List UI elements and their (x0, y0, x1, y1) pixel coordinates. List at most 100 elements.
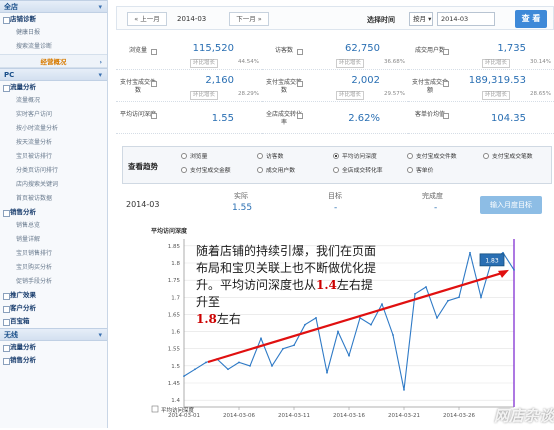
completion-value: - (434, 203, 438, 213)
metric-card: 支付宝成交笔数 2,002 环比增长 29.57% (262, 72, 408, 102)
option-label: 客单价 (416, 168, 434, 174)
data-point (282, 347, 284, 350)
completion-label: 完成度 (422, 192, 443, 200)
y-tick-label: 1.5 (171, 364, 180, 370)
nav-item[interactable]: 分类页访问排行 (0, 164, 107, 178)
input-monthly-target-button[interactable]: 输入月度目标 (480, 196, 542, 214)
nav-item[interactable]: 店内搜索关键词 (0, 178, 107, 192)
annotation-highlight: 1.4 (316, 278, 337, 292)
nav-health-daily[interactable]: 健康日报 (0, 26, 107, 40)
nav-item[interactable]: 首页被访数据 (0, 192, 107, 206)
data-point (381, 303, 383, 306)
data-point (425, 286, 427, 288)
current-month: 2014-03 (177, 15, 207, 23)
trend-option-radio[interactable]: 支付宝成交件数 (407, 152, 457, 161)
target-label: 目标 (328, 192, 342, 200)
nav-item[interactable]: 流量概况 (0, 94, 107, 108)
option-label: 支付宝成交笔数 (492, 154, 533, 160)
data-point (414, 292, 416, 295)
data-point (447, 299, 449, 302)
metric-value: 115,520 (192, 43, 234, 54)
trend-option-radio[interactable]: 全店成交转化率 (333, 166, 383, 175)
group-wl-traffic[interactable]: 流量分析 (0, 341, 107, 354)
metric-value: 1.55 (211, 113, 234, 124)
data-point (293, 344, 295, 347)
x-tick-label: 2014-03-11 (278, 413, 310, 419)
data-point (238, 361, 240, 364)
metric-percent: 36.68% (384, 59, 405, 65)
group-sales-analysis[interactable]: 销售分析 (0, 206, 107, 219)
group-treasure-box[interactable]: 百宝箱 (0, 315, 107, 328)
section-wireless[interactable]: 无线 ▾ (0, 328, 107, 341)
data-point (469, 251, 471, 254)
search-button[interactable]: 查 看 (515, 10, 547, 28)
watermark-logo: 网店杂谈 (493, 407, 554, 425)
radio-icon (333, 166, 339, 173)
checkbox-icon[interactable] (297, 81, 303, 87)
checkbox-icon[interactable] (443, 81, 449, 87)
metric-tag: 环比增长 (481, 59, 510, 68)
tooltip-value: 1.83 (485, 257, 499, 264)
trend-option-radio[interactable]: 访客数 (257, 152, 284, 161)
checkbox-icon[interactable] (151, 81, 157, 87)
nav-item[interactable]: 宝贝销售排行 (0, 247, 107, 261)
data-point (194, 368, 196, 371)
x-tick-label: 2014-03-21 (388, 413, 420, 419)
section-label: 全店 (4, 3, 18, 11)
checkbox-icon[interactable] (297, 113, 303, 119)
checkbox-icon[interactable] (443, 49, 449, 55)
section-pc[interactable]: PC ▾ (0, 68, 107, 81)
option-label: 访客数 (266, 154, 284, 160)
date-input[interactable]: 2014-03 (437, 12, 495, 26)
next-month-button[interactable]: 下一月 » (229, 12, 269, 26)
metric-tag: 环比增长 (481, 91, 510, 100)
nav-item[interactable]: 按小时流量分析 (0, 122, 107, 136)
metric-card: 浏览量 115,520 环比增长 44.54% (116, 40, 262, 70)
x-tick-label: 2014-03-06 (223, 413, 255, 419)
trend-option-radio[interactable]: 平均访问深度 (333, 152, 377, 161)
group-customer-analysis[interactable]: 客户分析 (0, 302, 107, 315)
metric-value: 2,002 (351, 75, 380, 86)
legend-checkbox-icon (151, 405, 159, 413)
nav-item[interactable]: 促销手段分析 (0, 275, 107, 289)
nav-business-module[interactable]: 经营概况 › (0, 54, 107, 68)
trend-option-radio[interactable]: 客单价 (407, 166, 434, 175)
annotation-text: 随着店铺的持续引爆，我们在页面布局和宝贝关联上也不断做优化提升。平均访问深度也从… (196, 243, 378, 328)
nav-item[interactable]: 销售总览 (0, 219, 107, 233)
date-toolbar: « 上一月 2014-03 下一月 » 选择时间 按月 ▾ 2014-03 查 … (116, 6, 554, 30)
nav-item[interactable]: 宝贝被访排行 (0, 150, 107, 164)
mode-select[interactable]: 按月 ▾ (409, 12, 433, 26)
metric-tag: 环比增长 (335, 59, 364, 68)
y-tick-label: 1.85 (168, 244, 181, 250)
trend-option-radio[interactable]: 支付宝成交金额 (181, 166, 231, 175)
nav-search-traffic[interactable]: 搜索流量诊断 (0, 40, 107, 54)
nav-item[interactable]: 按天流量分析 (0, 136, 107, 150)
group-store-diagnosis[interactable]: 店铺诊断 (0, 13, 107, 26)
radio-icon (333, 152, 339, 159)
data-point (205, 361, 207, 364)
group-traffic-analysis[interactable]: 流量分析 (0, 81, 107, 94)
checkbox-icon[interactable] (443, 113, 449, 119)
prev-month-button[interactable]: « 上一月 (127, 12, 167, 26)
annotation-part: 左右 (216, 312, 241, 326)
radio-icon (257, 166, 263, 173)
group-wl-sales[interactable]: 销售分析 (0, 354, 107, 367)
trend-option-radio[interactable]: 支付宝成交笔数 (483, 152, 533, 161)
checkbox-icon[interactable] (151, 113, 157, 119)
metric-percent: 30.14% (530, 59, 551, 65)
nav-item[interactable]: 宝贝购买分析 (0, 261, 107, 275)
metric-card: 平均访问深度 1.55 (116, 104, 262, 134)
group-promo-effect[interactable]: 推广效果 (0, 289, 107, 302)
checkbox-icon[interactable] (151, 49, 157, 55)
checkbox-icon[interactable] (297, 49, 303, 55)
option-label: 平均访问深度 (342, 154, 377, 160)
nav-item[interactable]: 实时客户访问 (0, 108, 107, 122)
target-value: - (334, 203, 338, 213)
nav-item[interactable]: 销量详解 (0, 233, 107, 247)
metric-percent: 28.29% (238, 91, 259, 97)
section-all-store[interactable]: 全店 ▾ (0, 0, 107, 13)
trend-option-radio[interactable]: 成交用户数 (257, 166, 295, 175)
metric-tag: 环比增长 (189, 91, 218, 100)
trend-option-radio[interactable]: 浏览量 (181, 152, 207, 161)
actual-label: 实际 (234, 192, 248, 200)
